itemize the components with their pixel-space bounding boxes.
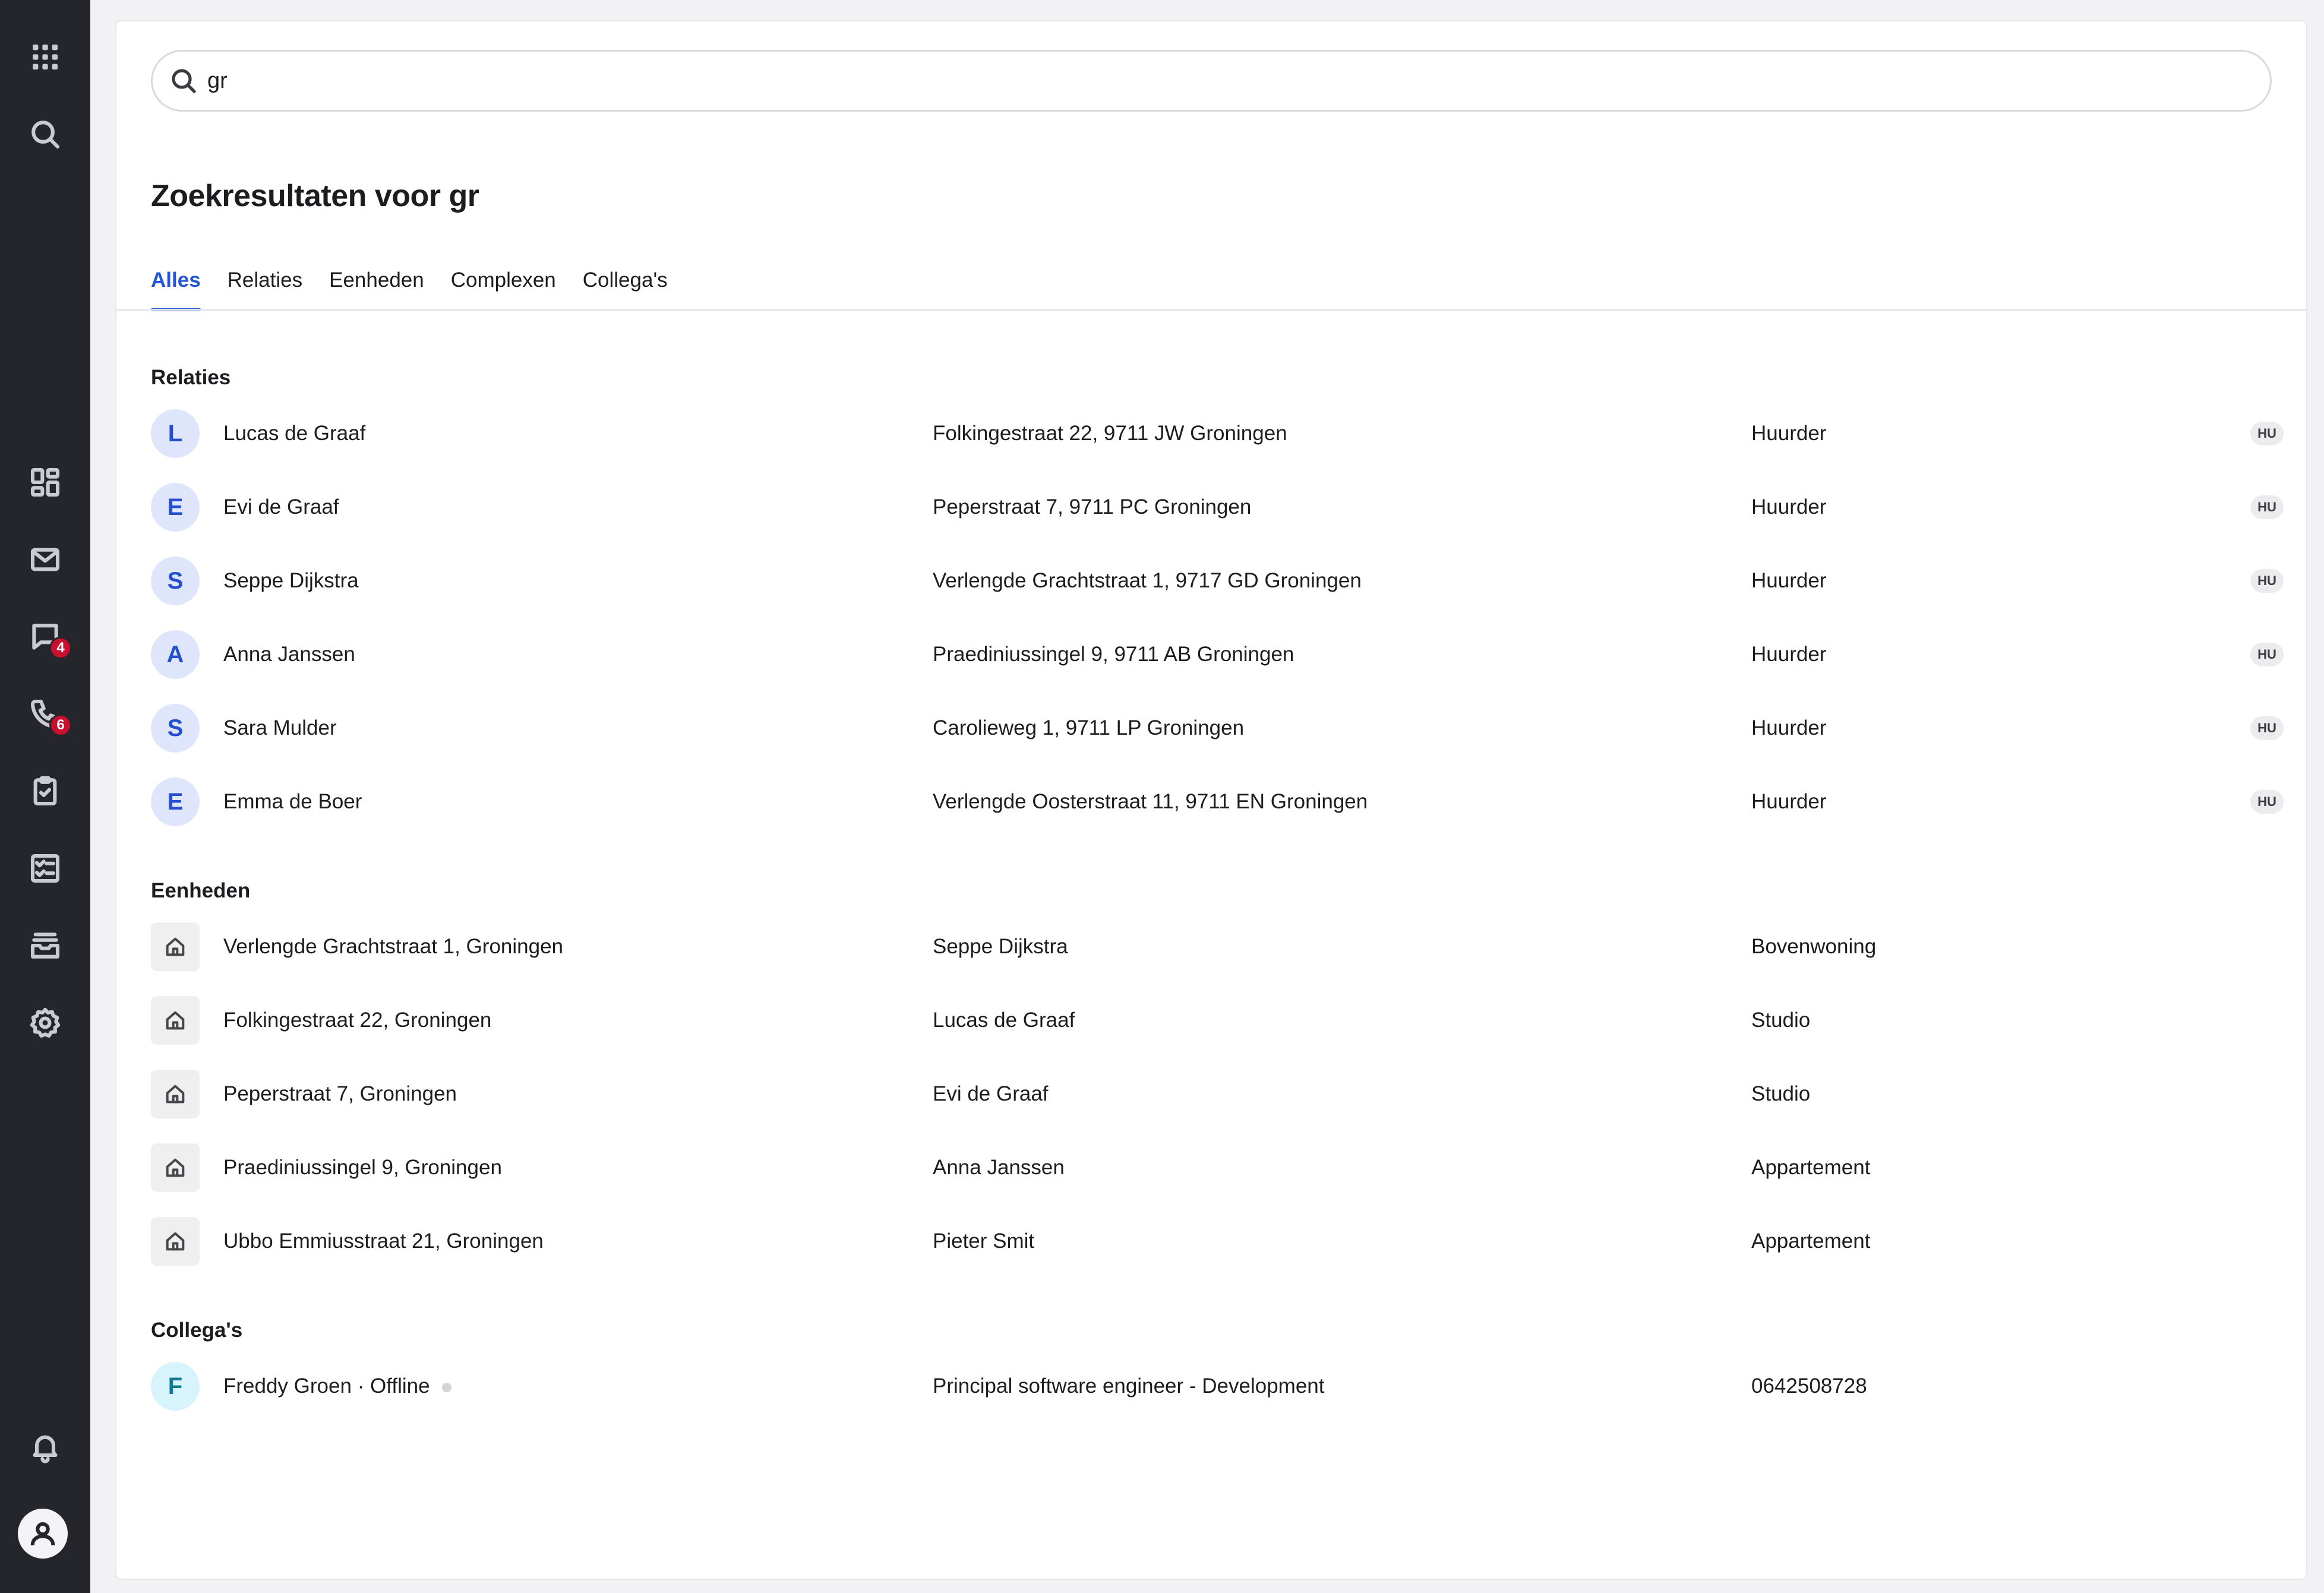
clipboard-icon[interactable] [21,767,69,815]
section-title-relaties: Relaties [151,366,231,389]
role-tag: HU [2250,790,2284,814]
relatie-address: Verlengde Grachtstraat 1, 9717 GD Gronin… [933,569,1362,592]
eenheid-type: Appartement [1751,1229,1871,1253]
user-avatar-icon[interactable] [18,1509,68,1559]
avatar: S [151,704,200,753]
avatar: F [151,1362,200,1411]
relatie-name: Evi de Graaf [223,495,339,519]
dashboard-icon[interactable] [21,459,69,506]
eenheid-row[interactable]: Ubbo Emmiusstraat 21, Groningen Pieter S… [151,1205,2284,1278]
chat-badge: 4 [49,637,72,659]
mail-icon[interactable] [21,536,69,583]
eenheid-tenant: Evi de Graaf [933,1082,1049,1105]
chat-icon[interactable]: 4 [21,613,72,660]
avatar: E [151,777,200,826]
relatie-name: Anna Janssen [223,643,355,666]
relatie-address: Peperstraat 7, 9711 PC Groningen [933,495,1252,519]
eenheid-tenant: Pieter Smit [933,1229,1035,1253]
search-icon[interactable] [21,110,69,158]
eenheid-row[interactable]: Verlengde Grachtstraat 1, Groningen Sepp… [151,910,2284,984]
result-tabs: Alles Relaties Eenheden Complexen Colleg… [151,259,694,311]
status-dot-icon [441,1382,451,1392]
eenheid-address: Ubbo Emmiusstraat 21, Groningen [223,1229,544,1253]
relatie-address: Praediniussingel 9, 9711 AB Groningen [933,643,1294,666]
eenheid-address: Verlengde Grachtstraat 1, Groningen [223,935,564,958]
eenheid-address: Praediniussingel 9, Groningen [223,1156,502,1179]
eenheid-type: Appartement [1751,1156,1871,1179]
avatar: L [151,409,200,458]
eenheid-type: Studio [1751,1009,1811,1032]
role-tag: HU [2250,643,2284,666]
role-tag: HU [2250,422,2284,445]
eenheid-type: Studio [1751,1082,1811,1105]
relatie-role: Huurder [1751,569,1827,592]
apps-grid-icon[interactable] [21,33,69,81]
avatar: A [151,630,200,679]
relatie-role: Huurder [1751,495,1827,519]
collega-name-wrap: Freddy Groen · Offline [223,1374,451,1398]
house-icon [151,1217,200,1266]
collega-phone: 0642508728 [1751,1374,1867,1398]
relatie-address: Carolieweg 1, 9711 LP Groningen [933,716,1245,739]
eenheid-tenant: Seppe Dijkstra [933,935,1068,958]
eenheid-type: Bovenwoning [1751,935,1877,958]
role-tag: HU [2250,569,2284,593]
phone-icon[interactable]: 6 [21,690,72,738]
eenheid-address: Peperstraat 7, Groningen [223,1082,457,1105]
house-icon [151,996,200,1045]
relatie-role: Huurder [1751,716,1827,739]
relatie-name: Sara Mulder [223,716,337,739]
relatie-row[interactable]: A Anna Janssen Praediniussingel 9, 9711 … [151,618,2284,691]
eenheid-row[interactable]: Peperstraat 7, Groningen Evi de Graaf St… [151,1057,2284,1131]
relatie-row[interactable]: E Emma de Boer Verlengde Oosterstraat 11… [151,765,2284,839]
house-icon [151,922,200,971]
tab-collegas[interactable]: Collega's [583,259,668,311]
page-title: Zoekresultaten voor gr [151,179,479,213]
settings-icon[interactable] [21,999,69,1047]
search-results-panel: Zoekresultaten voor gr Alles Relaties Ee… [115,20,2307,1580]
relatie-row[interactable]: S Seppe Dijkstra Verlengde Grachtstraat … [151,544,2284,618]
relatie-name: Emma de Boer [223,790,362,813]
relatie-address: Verlengde Oosterstraat 11, 9711 EN Groni… [933,790,1368,813]
bell-icon[interactable] [21,1423,69,1471]
search-input[interactable] [207,68,2227,94]
relatie-name: Seppe Dijkstra [223,569,359,592]
role-tag: HU [2250,495,2284,519]
phone-badge: 6 [49,714,72,737]
tabs-divider [116,309,2306,311]
tab-eenheden[interactable]: Eenheden [329,259,424,311]
tab-alles[interactable]: Alles [151,259,201,311]
house-icon [151,1070,200,1118]
search-bar[interactable] [151,50,2272,112]
avatar: E [151,483,200,532]
sidebar: 4 6 [0,0,90,1593]
section-title-eenheden: Eenheden [151,879,251,902]
tab-complexen[interactable]: Complexen [451,259,556,311]
relatie-role: Huurder [1751,643,1827,666]
collega-name: Freddy Groen · Offline [223,1374,430,1398]
search-icon [172,69,196,93]
tab-relaties[interactable]: Relaties [228,259,302,311]
avatar: S [151,557,200,605]
relatie-row[interactable]: S Sara Mulder Carolieweg 1, 9711 LP Gron… [151,691,2284,765]
house-icon [151,1143,200,1192]
checklist-icon[interactable] [21,845,69,892]
relatie-name: Lucas de Graaf [223,422,366,445]
relatie-address: Folkingestraat 22, 9711 JW Groningen [933,422,1287,445]
role-tag: HU [2250,716,2284,740]
relatie-role: Huurder [1751,790,1827,813]
eenheid-tenant: Lucas de Graaf [933,1009,1075,1032]
relatie-row[interactable]: L Lucas de Graaf Folkingestraat 22, 9711… [151,397,2284,470]
collega-function: Principal software engineer - Developmen… [933,1374,1325,1398]
section-title-collegas: Collega's [151,1319,243,1342]
eenheid-tenant: Anna Janssen [933,1156,1065,1179]
eenheid-address: Folkingestraat 22, Groningen [223,1009,492,1032]
collega-row[interactable]: F Freddy Groen · Offline Principal softw… [151,1349,2284,1423]
eenheid-row[interactable]: Praediniussingel 9, Groningen Anna Janss… [151,1131,2284,1205]
relatie-role: Huurder [1751,422,1827,445]
inbox-icon[interactable] [21,922,69,969]
eenheid-row[interactable]: Folkingestraat 22, Groningen Lucas de Gr… [151,984,2284,1057]
relatie-row[interactable]: E Evi de Graaf Peperstraat 7, 9711 PC Gr… [151,470,2284,544]
